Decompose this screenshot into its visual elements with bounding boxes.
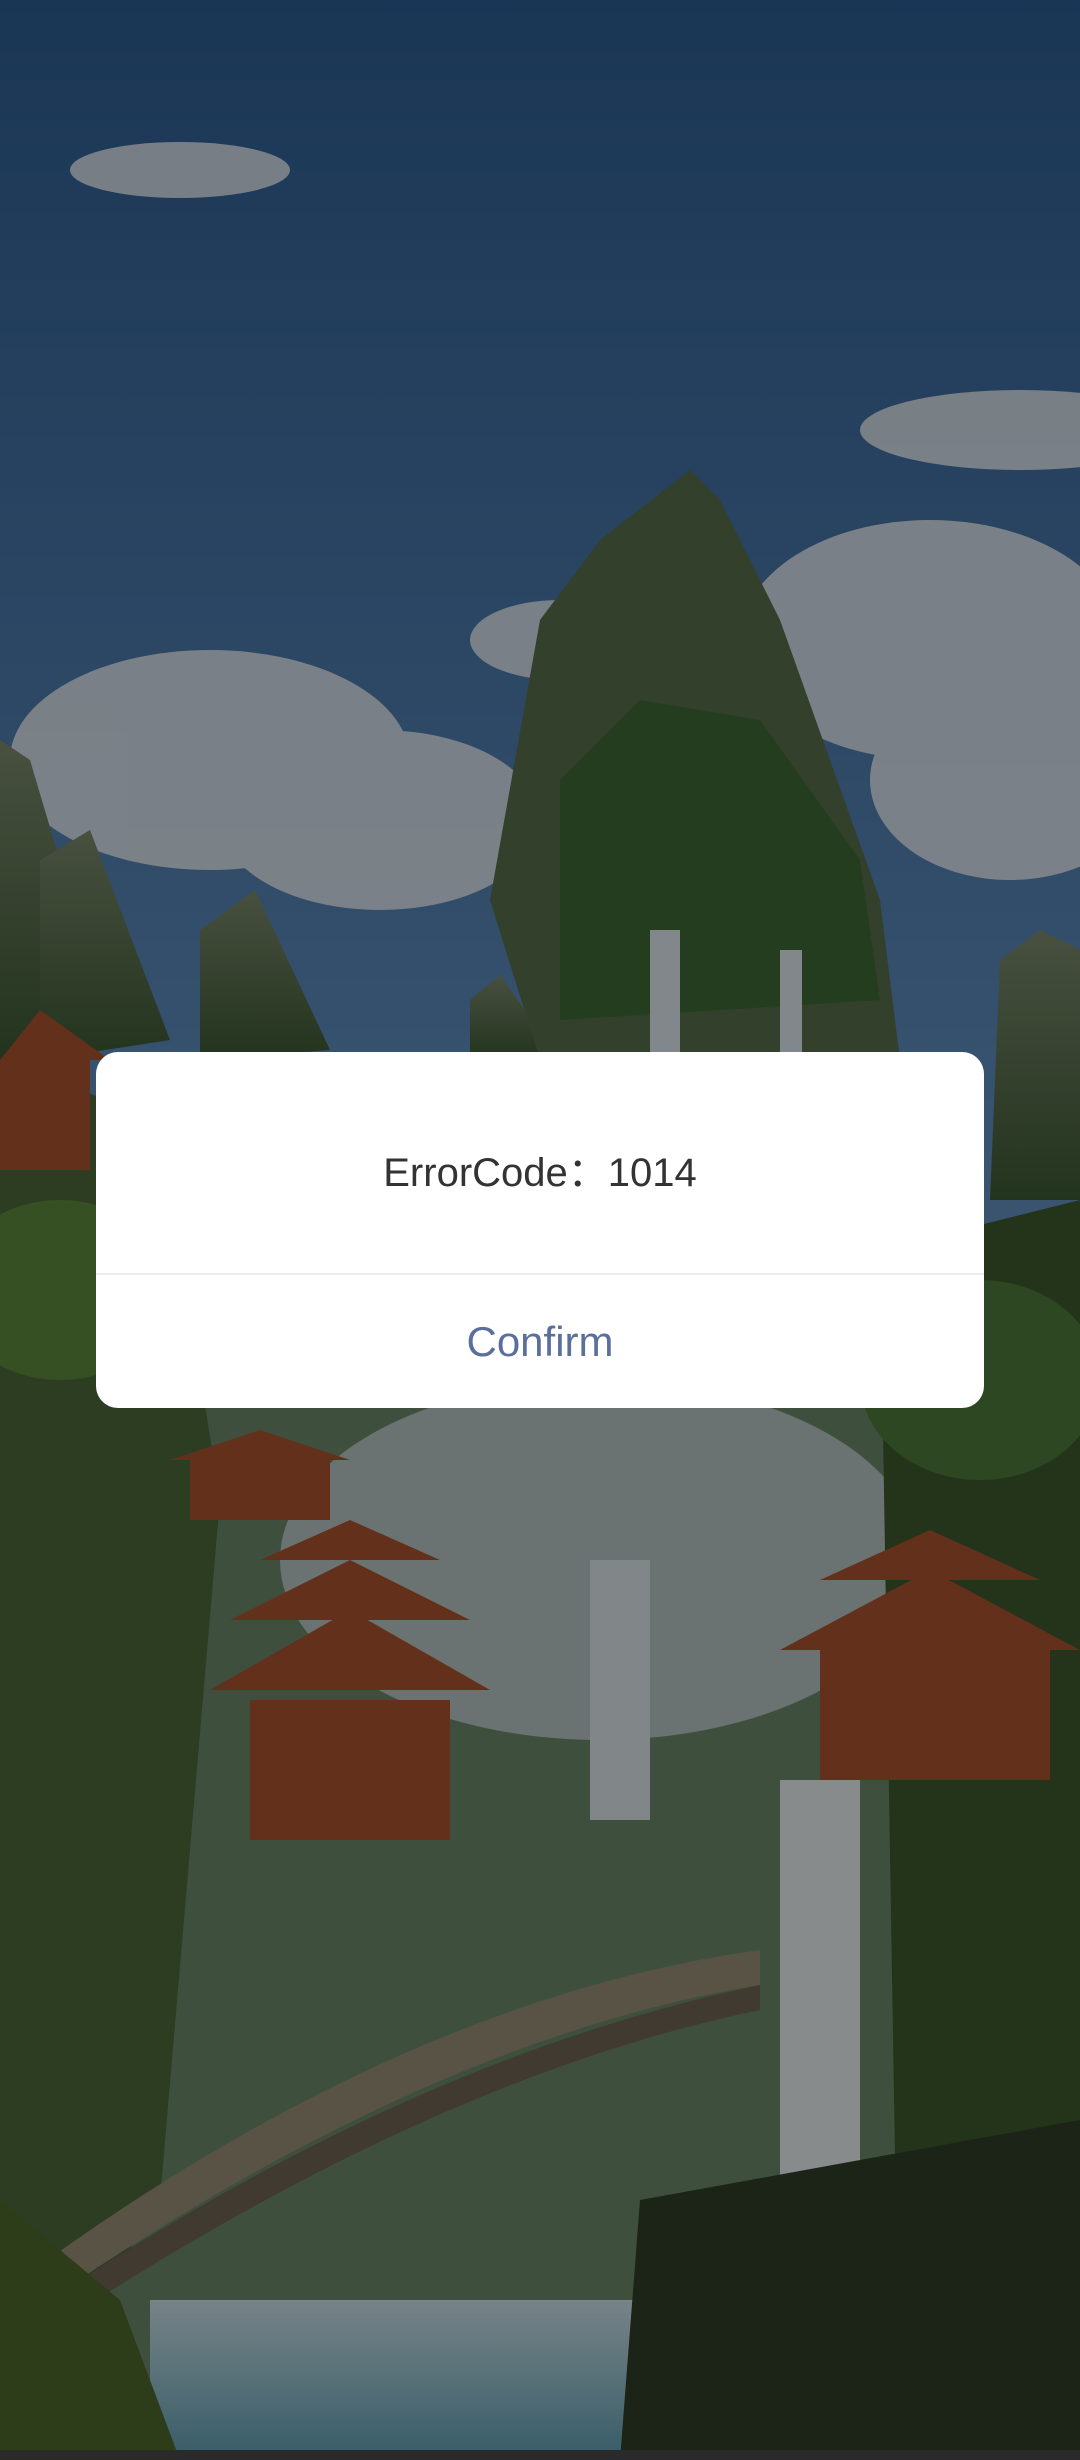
error-message: ErrorCode：1014 [96, 1052, 984, 1275]
system-navigation-bar [0, 2450, 1080, 2460]
error-dialog: ErrorCode：1014 Confirm [96, 1052, 984, 1408]
confirm-button[interactable]: Confirm [96, 1275, 984, 1408]
